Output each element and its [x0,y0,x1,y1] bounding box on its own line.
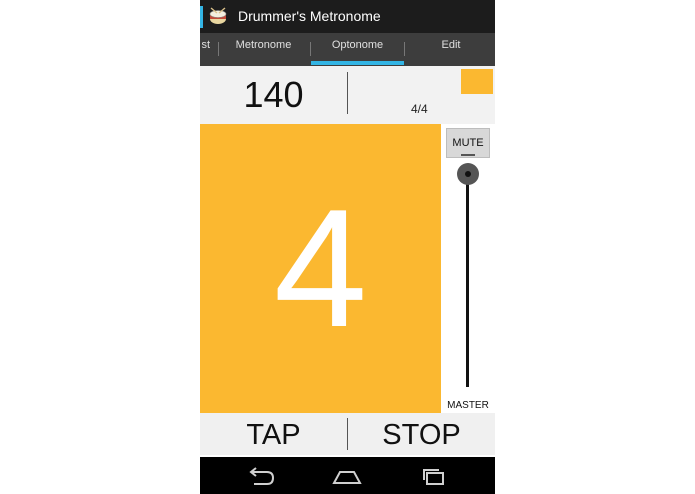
bpm-value[interactable]: 140 [200,74,347,116]
header-divider [347,72,348,114]
tab-divider [218,42,219,56]
mute-indicator [461,154,475,156]
mute-button[interactable]: MUTE [446,128,490,158]
tab-metronome[interactable]: Metronome [220,33,307,66]
master-label: MASTER [447,400,489,411]
beat-panel[interactable]: 4 [200,124,441,413]
back-icon[interactable] [240,463,280,489]
drum-icon[interactable] [208,7,228,27]
tempo-header: 140 4/4 [200,66,495,124]
tab-bar: st Metronome Optonome Edit [200,33,495,66]
tab-edit[interactable]: Edit [407,33,495,66]
system-nav-bar [200,457,495,494]
tab-divider [404,42,405,56]
slider-thumb-dot [465,171,471,177]
bottom-controls: TAP STOP [200,413,495,455]
stop-button[interactable]: STOP [348,413,495,455]
mute-label: MUTE [452,137,484,149]
current-beat-number: 4 [273,174,368,362]
tab-list[interactable]: st [200,33,210,66]
time-signature[interactable]: 4/4 [411,102,428,116]
phone-screen: Drummer's Metronome st Metronome Optonom… [200,0,495,494]
master-volume-thumb[interactable] [457,163,479,185]
tab-selected-indicator [311,61,404,65]
tap-button[interactable]: TAP [200,413,347,455]
recents-icon[interactable] [414,463,454,489]
app-title: Drummer's Metronome [238,8,381,24]
action-bar: Drummer's Metronome [200,0,495,33]
home-icon[interactable] [327,463,367,489]
master-volume-track[interactable] [466,170,469,387]
up-caret-icon[interactable] [200,6,203,28]
beat-indicator-light [461,69,493,94]
